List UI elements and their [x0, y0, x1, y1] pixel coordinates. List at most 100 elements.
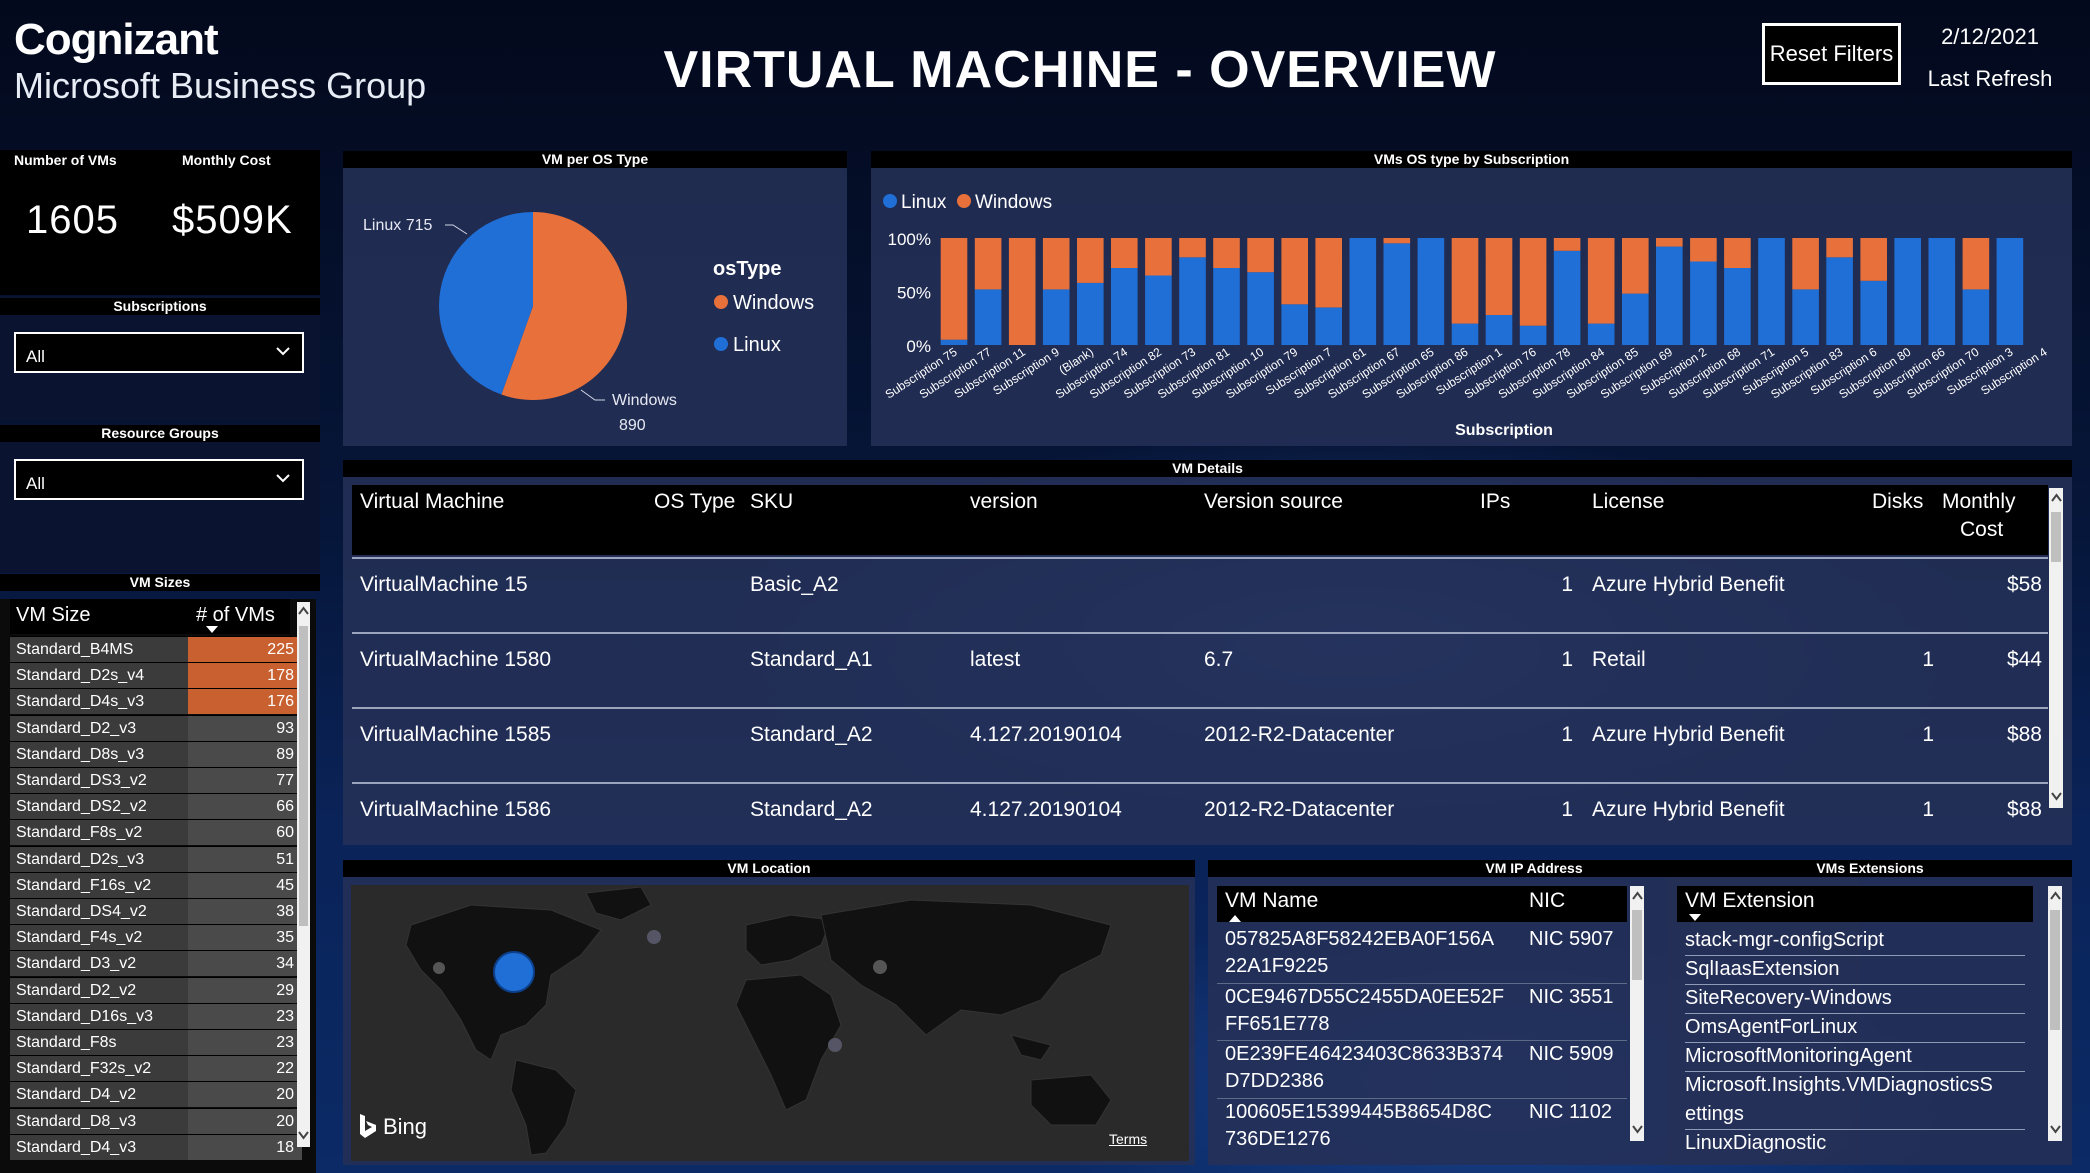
vm-size-row[interactable]: Standard_F8s 23	[10, 1029, 302, 1055]
bar-linux[interactable]	[1519, 325, 1547, 345]
vm-size-row[interactable]: Standard_DS2_v2 66	[10, 793, 302, 820]
bar-windows[interactable]	[1247, 238, 1274, 273]
bar-windows[interactable]	[940, 238, 968, 340]
col-vm-count[interactable]: # of VMs	[196, 604, 275, 627]
bar-linux[interactable]	[940, 339, 968, 345]
world-map[interactable]	[351, 885, 1189, 1161]
vm-extension-item[interactable]: stack-mgr-configScript	[1677, 928, 2033, 957]
vm-sizes-scrollbar[interactable]	[297, 602, 310, 1147]
bar-windows[interactable]	[1179, 238, 1206, 258]
vm-ip-row[interactable]: 057825A8F58242EBA0F156A 22A1F9225 NIC 5907	[1217, 925, 1627, 982]
vm-size-row[interactable]: Standard_D2s_v3 51	[10, 845, 302, 872]
bar-linux[interactable]	[1860, 280, 1887, 345]
vm-details-row[interactable]: VirtualMachine 15 Basic_A2 1 Azure Hybrid B…	[352, 557, 2048, 632]
vm-size-row[interactable]: Standard_D4_v3 18	[10, 1133, 302, 1160]
bar-windows[interactable]	[1519, 238, 1547, 326]
bar-linux[interactable]	[1724, 268, 1751, 345]
resource-groups-dropdown[interactable]: All	[14, 459, 304, 500]
bar-linux[interactable]	[1894, 238, 1921, 345]
col-vm-name[interactable]: VM Name	[1225, 889, 1318, 913]
bar-windows[interactable]	[1213, 238, 1240, 268]
pie-legend-windows[interactable]: Windows	[733, 292, 814, 314]
col-virtual-machine[interactable]: Virtual Machine	[360, 490, 504, 514]
vm-extension-item[interactable]: Microsoft.Insights.VMDiagnosticsS	[1677, 1073, 2033, 1102]
bar-windows[interactable]	[974, 238, 1002, 290]
col-ips[interactable]: IPs	[1480, 490, 1510, 514]
vm-extension-item[interactable]: LinuxDiagnostic	[1677, 1131, 2033, 1160]
bar-windows[interactable]	[1008, 238, 1036, 345]
bar-linux[interactable]	[1587, 323, 1615, 345]
col-vm-size[interactable]: VM Size	[16, 604, 90, 627]
bar-linux[interactable]	[1792, 289, 1819, 345]
col-nic[interactable]: NIC	[1529, 889, 1565, 913]
bar-windows[interactable]	[1724, 238, 1751, 268]
vm-details-row[interactable]: VirtualMachine 1586 Standard_A2 4.127.2019…	[352, 782, 2048, 857]
bar-windows[interactable]	[1111, 238, 1138, 268]
col-disks[interactable]: Disks	[1872, 490, 1923, 514]
bar-linux[interactable]	[1622, 293, 1649, 345]
map-bubble-us-west[interactable]	[433, 962, 445, 974]
vm-extension-item[interactable]: OmsAgentForLinux	[1677, 1015, 2033, 1044]
col-version-source[interactable]: Version source	[1204, 490, 1343, 514]
vm-size-row[interactable]: Standard_D16s_v3 23	[10, 1002, 302, 1029]
bar-linux[interactable]	[1690, 261, 1717, 346]
bar-windows[interactable]	[1962, 238, 1990, 290]
bar-linux[interactable]	[1656, 246, 1683, 345]
bar-linux[interactable]	[1417, 238, 1445, 345]
bar-windows[interactable]	[1042, 238, 1070, 290]
vm-extension-item[interactable]: SqlIaasExtension	[1677, 957, 2033, 986]
bar-windows[interactable]	[1383, 238, 1411, 244]
scroll-thumb[interactable]	[1632, 910, 1642, 980]
bar-windows[interactable]	[1281, 238, 1308, 305]
map-bubble-sea[interactable]	[828, 1038, 842, 1052]
map-bubble-us-east[interactable]	[493, 951, 535, 993]
vm-size-row[interactable]: Standard_D8_v3 20	[10, 1107, 302, 1134]
vm-ext-scrollbar[interactable]	[2048, 886, 2062, 1141]
bar-windows[interactable]	[1077, 238, 1104, 283]
scroll-down-icon[interactable]	[298, 1130, 309, 1140]
scroll-up-icon[interactable]	[2050, 891, 2061, 901]
vm-size-row[interactable]: Standard_D2s_v4 178	[10, 662, 302, 689]
bar-linux[interactable]	[1077, 282, 1104, 345]
reset-filters-button[interactable]: Reset Filters	[1762, 23, 1901, 85]
pie-legend-linux[interactable]: Linux	[733, 334, 781, 356]
vm-details-scrollbar[interactable]	[2049, 488, 2063, 808]
bar-linux[interactable]	[1179, 257, 1206, 345]
bar-linux[interactable]	[1111, 268, 1138, 345]
bar-windows[interactable]	[1553, 238, 1581, 251]
col-sku[interactable]: SKU	[750, 490, 793, 514]
col-cost[interactable]: Cost	[1960, 518, 2003, 542]
col-monthly[interactable]: Monthly	[1942, 490, 2016, 514]
scroll-thumb[interactable]	[299, 626, 308, 926]
bar-legend-windows[interactable]: Windows	[975, 192, 1052, 213]
col-license[interactable]: License	[1592, 490, 1664, 514]
bar-linux[interactable]	[1349, 238, 1377, 345]
bar-linux[interactable]	[1553, 250, 1581, 345]
vm-size-row[interactable]: Standard_DS4_v2 38	[10, 898, 302, 924]
vm-size-row[interactable]: Standard_B4MS 225	[10, 636, 302, 662]
bar-windows[interactable]	[1145, 238, 1172, 276]
bar-windows[interactable]	[1451, 238, 1479, 324]
bar-linux[interactable]	[1281, 304, 1308, 345]
map-terms-link[interactable]: Terms	[1109, 1131, 1147, 1147]
bar-windows[interactable]	[1656, 238, 1683, 247]
vm-extension-item[interactable]: MicrosoftMonitoringAgent	[1677, 1044, 2033, 1073]
bar-linux[interactable]	[1315, 307, 1342, 346]
vm-size-row[interactable]: Standard_D4s_v3 176	[10, 688, 302, 715]
bar-linux[interactable]	[1962, 289, 1990, 345]
vm-size-row[interactable]: Standard_F4s_v2 35	[10, 924, 302, 951]
bar-windows[interactable]	[1315, 238, 1342, 308]
bar-linux[interactable]	[1042, 289, 1070, 345]
bar-windows[interactable]	[1485, 238, 1513, 315]
scroll-up-icon[interactable]	[298, 606, 309, 616]
col-version[interactable]: version	[970, 490, 1038, 514]
vm-ip-row[interactable]: 0CE9467D55C2455DA0EE52F FF651E778 NIC 3551	[1217, 982, 1627, 1040]
vm-ip-scrollbar[interactable]	[1630, 886, 1644, 1141]
bar-windows[interactable]	[1826, 238, 1853, 258]
bar-windows[interactable]	[1690, 238, 1717, 262]
vm-size-row[interactable]: Standard_D2_v3 93	[10, 714, 302, 741]
bar-legend-linux[interactable]: Linux	[901, 192, 947, 213]
scroll-thumb[interactable]	[2050, 910, 2060, 1030]
subscriptions-dropdown[interactable]: All	[14, 332, 304, 373]
vm-details-row[interactable]: VirtualMachine 1580 Standard_A1 latest 6.7 1…	[352, 632, 2048, 707]
